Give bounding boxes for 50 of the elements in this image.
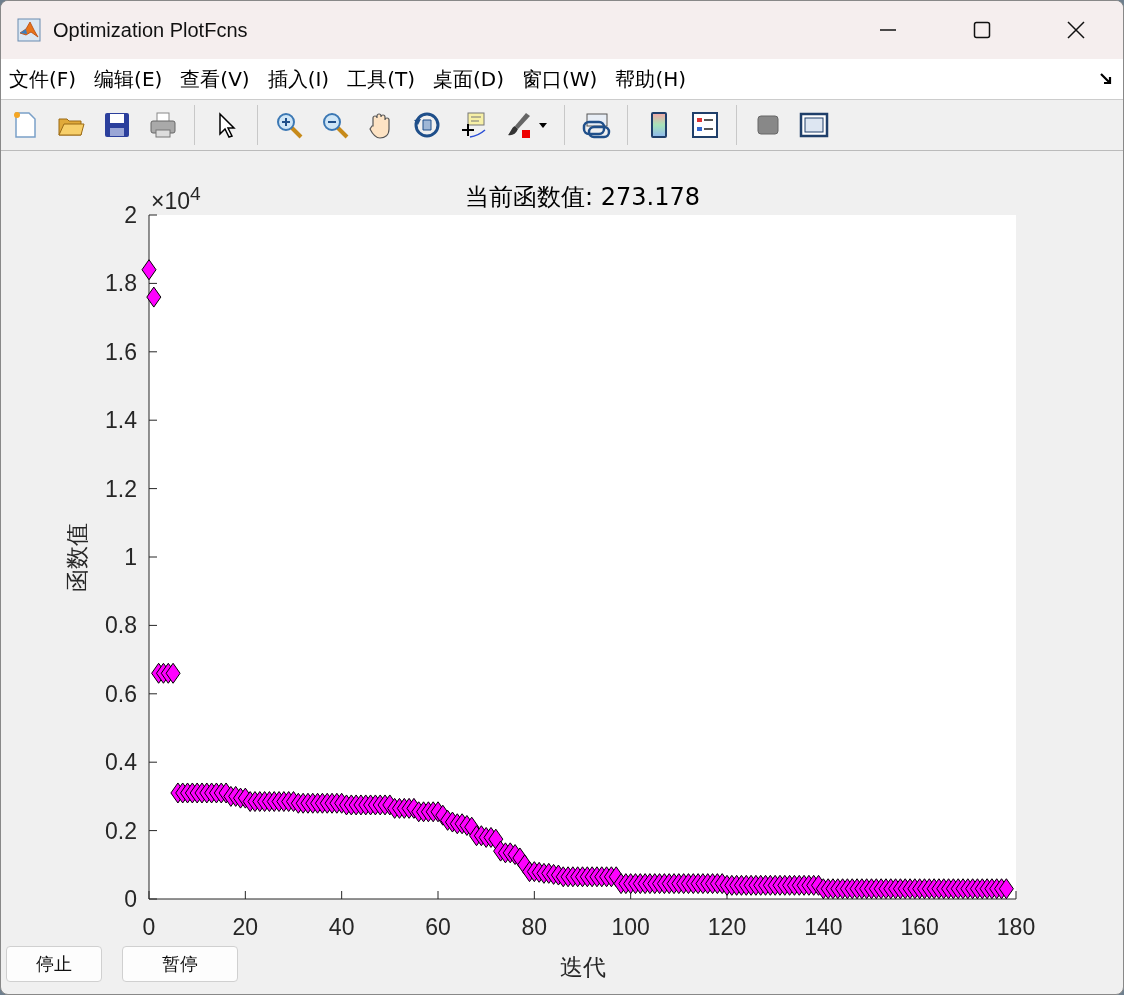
show-tools-icon[interactable] <box>799 110 829 140</box>
zoom-out-icon[interactable] <box>320 110 350 140</box>
x-tick-label: 40 <box>328 914 355 940</box>
y-tick-label: 1.6 <box>105 338 137 365</box>
y-exponent-label: ×10$^{4}$ <box>151 183 201 215</box>
x-axis-label: 迭代 <box>559 954 606 980</box>
x-tick-label: 0 <box>142 914 156 940</box>
y-tick-label: 1.2 <box>105 475 137 502</box>
menu-item[interactable]: 工具(T) <box>347 65 415 93</box>
rotate-3d-icon[interactable] <box>412 110 442 140</box>
save-icon[interactable] <box>102 110 132 140</box>
x-tick-label: 80 <box>521 914 548 940</box>
menu-item[interactable]: 文件(F) <box>9 65 77 93</box>
close-icon <box>1067 21 1085 39</box>
plot-control-button[interactable]: 暂停 <box>122 946 238 982</box>
x-tick-label: 120 <box>707 914 747 940</box>
x-tick-label: 100 <box>611 914 650 940</box>
y-tick-label: 0 <box>124 886 137 912</box>
app-logo-icon <box>17 18 41 42</box>
x-tick-label: 160 <box>900 914 939 940</box>
caret-icon[interactable] <box>538 121 548 129</box>
menu-item[interactable]: 插入(I) <box>267 65 330 93</box>
y-tick-label: 0.4 <box>105 749 137 776</box>
y-axis-label: 函数值 <box>64 522 90 592</box>
y-tick-label: 0.8 <box>105 612 137 639</box>
menu-item[interactable]: 编辑(E) <box>94 65 163 93</box>
dock-arrow-icon[interactable] <box>1099 72 1113 86</box>
legend-icon[interactable] <box>690 110 720 140</box>
y-tick-label: 2 <box>124 202 137 228</box>
minimize-icon <box>880 29 896 31</box>
maximize-icon <box>973 21 991 39</box>
x-tick-label: 20 <box>232 914 259 940</box>
link-icon[interactable] <box>581 110 611 140</box>
menu-item[interactable]: 帮助(H) <box>615 65 687 93</box>
x-tick-label: 60 <box>425 914 451 940</box>
x-tick-label: 140 <box>804 914 843 940</box>
y-tick-label: 0.2 <box>105 817 137 844</box>
menu-item[interactable]: 桌面(D) <box>433 65 504 93</box>
menu-item[interactable]: 窗口(W) <box>522 65 598 93</box>
chart-title: 当前函数值: 273.178 <box>465 183 700 211</box>
y-tick-label: 1.8 <box>105 270 137 297</box>
y-tick-label: 1.4 <box>105 407 137 434</box>
printer-icon[interactable] <box>148 110 178 140</box>
window-title: Optimization PlotFcns <box>53 18 248 42</box>
zoom-in-icon[interactable] <box>274 110 304 140</box>
x-tick-label: 180 <box>996 914 1036 940</box>
plot-control-button[interactable]: 停止 <box>6 946 102 982</box>
y-tick-label: 0.6 <box>105 680 137 707</box>
menu-item[interactable]: 查看(V) <box>180 65 250 93</box>
y-tick-label: 1 <box>124 544 137 570</box>
